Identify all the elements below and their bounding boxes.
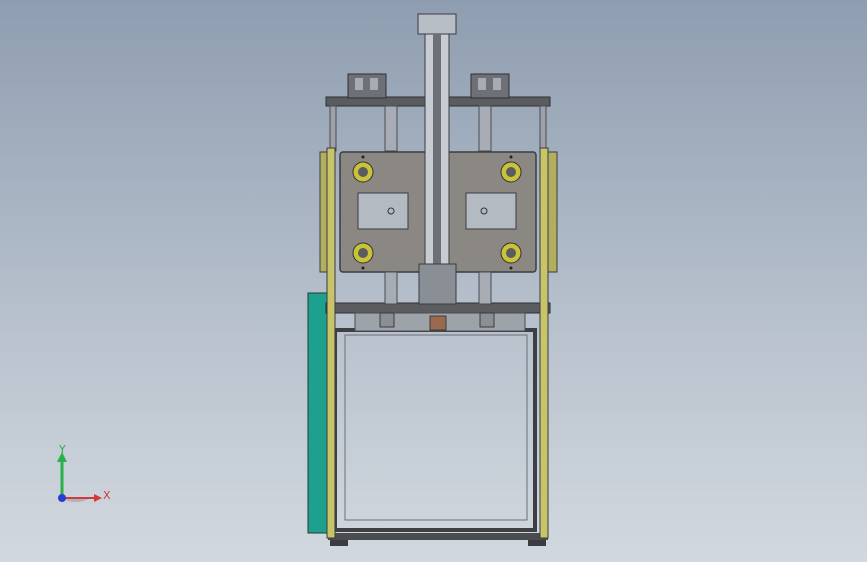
y-axis-label: Y [58,443,66,456]
x-axis-label: X [103,489,111,502]
lower-frame [328,328,548,546]
right-side-rail [539,147,558,539]
x-axis-arrow-icon [94,494,102,502]
coordinate-triad: Y X [40,440,130,510]
z-axis-icon [58,494,66,502]
cad-viewport[interactable]: Y X [0,0,867,562]
machine-assembly-drawing [307,13,558,546]
